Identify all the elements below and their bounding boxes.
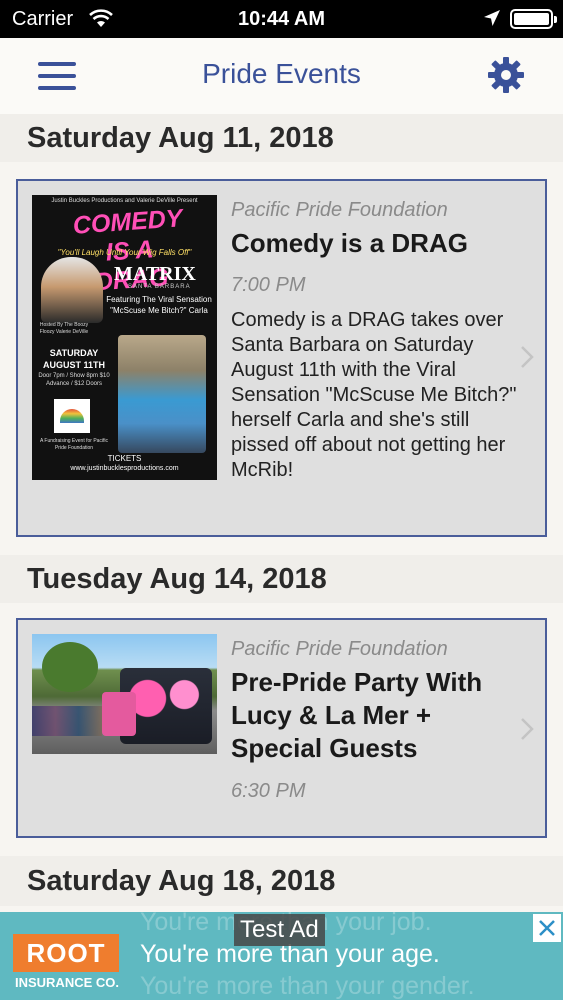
- event-photo-parade: [32, 634, 217, 754]
- event-description: Comedy is a DRAG takes over Santa Barbar…: [231, 309, 517, 481]
- poster-photo-carla: [118, 335, 206, 453]
- gear-icon[interactable]: [487, 56, 525, 94]
- ad-brand-subtitle: INSURANCE CO.: [14, 975, 119, 990]
- ad-close-icon[interactable]: [533, 914, 561, 942]
- poster-photo-host: [41, 257, 103, 323]
- event-time: 6:30 PM: [231, 780, 306, 802]
- event-card-comedy-is-a-drag[interactable]: Justin Buckles Productions and Valerie D…: [16, 179, 547, 537]
- status-bar: Carrier 10:44 AM: [0, 0, 563, 38]
- test-ad-label: Test Ad: [234, 914, 325, 946]
- section-header-date: Tuesday Aug 14, 2018: [0, 555, 563, 603]
- event-card-pre-pride-party[interactable]: Pacific Pride Foundation Pre-Pride Party…: [16, 618, 547, 838]
- navigation-bar: Pride Events: [0, 38, 563, 114]
- chevron-right-icon: [521, 718, 534, 740]
- location-arrow-icon: [484, 10, 500, 26]
- event-organizer: Pacific Pride Foundation: [231, 199, 448, 221]
- event-organizer: Pacific Pride Foundation: [231, 638, 448, 660]
- chevron-right-icon: [521, 346, 534, 368]
- page-title: Pride Events: [202, 58, 361, 89]
- event-title: Pre-Pride Party With Lucy & La Mer + Spe…: [231, 667, 483, 763]
- event-title: Comedy is a DRAG: [231, 228, 468, 258]
- ad-ghost-text-bottom: You're more than your gender.: [140, 972, 475, 1000]
- ad-brand-logo: ROOT: [13, 934, 119, 972]
- battery-icon: [510, 9, 557, 29]
- ad-banner[interactable]: ROOT INSURANCE CO. You're more than your…: [0, 912, 563, 1000]
- event-time: 7:00 PM: [231, 274, 306, 296]
- section-header-date: Saturday Aug 18, 2018: [0, 856, 563, 906]
- pacific-pride-logo: [54, 399, 90, 433]
- clock: 10:44 AM: [237, 8, 326, 30]
- section-header-date: Saturday Aug 11, 2018: [0, 114, 563, 162]
- event-list[interactable]: Saturday Aug 11, 2018 Justin Buckles Pro…: [0, 114, 563, 912]
- event-poster-image: Justin Buckles Productions and Valerie D…: [32, 195, 217, 480]
